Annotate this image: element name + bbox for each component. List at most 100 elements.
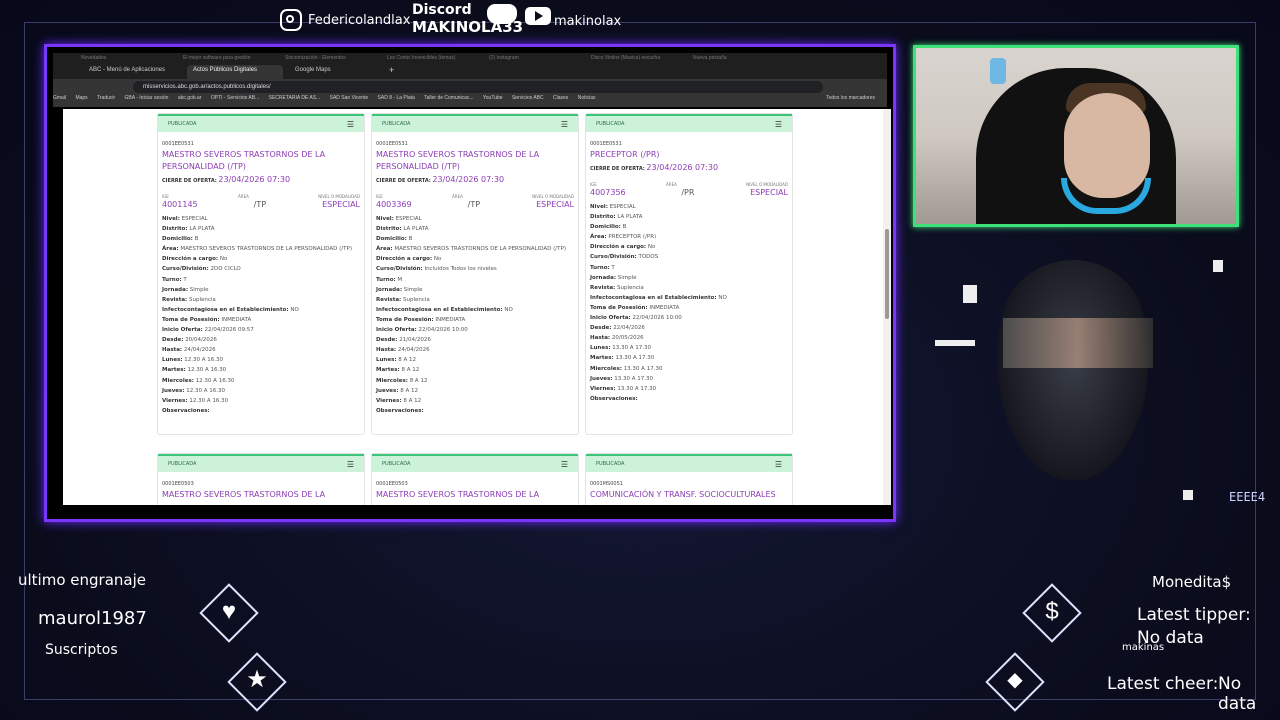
bookmark[interactable]: YouTube	[483, 95, 503, 101]
card-menu-icon[interactable]: ☰	[561, 460, 568, 469]
bookmark[interactable]: SAD 8 - La Plata	[378, 95, 415, 101]
card-field-values: 4007356/PR ESPECIAL	[590, 188, 788, 197]
page-scrollbar[interactable]	[883, 109, 891, 505]
webcam-feed	[913, 45, 1239, 227]
card-status-bar: PUBLICADA ☰	[586, 114, 792, 132]
card-detail-row: Lunes: 13.30 A 17.30	[590, 345, 652, 352]
card-details: Nivel: ESPECIAL Distrito: LA PLATA Domicil…	[376, 214, 574, 416]
latest-cheer-label: Latest cheer:	[1107, 674, 1219, 694]
card-detail-row: Inicio Oferta: 22/04/2026 09:57	[162, 327, 254, 334]
gem-icon: ◆	[1007, 669, 1023, 691]
card-field-headers: IGE ÁREA NIVEL O MODALIDAD	[376, 194, 574, 199]
card-detail-row: Martes: 13.30 A 17.30	[590, 355, 655, 362]
makinas-label: makinas	[1122, 642, 1165, 653]
bookmark[interactable]: Servicios ABC	[512, 95, 544, 101]
card-detail-row: Inicio Oferta: 22/04/2026 10:00	[590, 315, 682, 322]
job-card[interactable]: PUBLICADA ☰ 0001EE0531 PRECEPTOR (/PR) CI…	[585, 113, 793, 435]
card-status-bar: PUBLICADA ☰	[158, 454, 364, 472]
card-menu-icon[interactable]: ☰	[775, 460, 782, 469]
tab-abc-menu[interactable]: ABC - Menú de Aplicaciones	[83, 65, 183, 79]
background-tab[interactable]: Disco Vinilos (Musica) escucha	[591, 55, 660, 61]
card-detail-row: Observaciones:	[590, 395, 638, 402]
background-tab[interactable]: El mejor software para gestión	[183, 55, 251, 61]
bookmark[interactable]: GBA - Iniciar sesión	[125, 95, 169, 101]
glitch-block	[1213, 260, 1223, 272]
card-code: 0001EE0531	[376, 141, 408, 147]
card-title[interactable]: MAESTRO SEVEROS TRASTORNOS DE LA	[376, 489, 574, 501]
card-menu-icon[interactable]: ☰	[347, 460, 354, 469]
card-detail-row: Domicilio: B	[376, 236, 413, 243]
ai-head-silhouette	[998, 260, 1148, 480]
status-badge: PUBLICADA	[382, 461, 411, 467]
browser-capture: Novedades El mejor software para gestión…	[44, 44, 896, 522]
card-menu-icon[interactable]: ☰	[347, 120, 354, 129]
card-detail-row: Hasta: 24/04/2026	[162, 347, 216, 354]
ai-face-art	[913, 240, 1243, 525]
card-title[interactable]: COMUNICACIÓN Y TRANSF. SOCIOCULTURALES	[590, 489, 788, 501]
new-tab-button[interactable]: +	[389, 65, 405, 79]
background-tab[interactable]: Los Comic Invencibles (temas)	[387, 55, 455, 61]
job-card[interactable]: PUBLICADA ☰ 0001EE0503 MAESTRO SEVEROS TR…	[157, 453, 365, 505]
card-detail-row: Distrito: LA PLATA	[162, 226, 215, 233]
last-subscriber-name: maurol1987	[38, 608, 147, 629]
card-detail-row: Dirección a cargo: No	[376, 256, 442, 263]
bookmark[interactable]: Noticias	[578, 95, 596, 101]
water-bottle	[990, 58, 1006, 84]
card-menu-icon[interactable]: ☰	[561, 120, 568, 129]
job-card[interactable]: PUBLICADA ☰ 0001EE0531 MAESTRO SEVEROS TR…	[157, 113, 365, 435]
scrollbar-thumb[interactable]	[885, 229, 889, 319]
url-field[interactable]: misservicios.abc.gob.ar/actos.publicos.d…	[133, 81, 823, 93]
bookmark[interactable]: SECRETARÍA DE AS...	[269, 95, 321, 101]
bookmark[interactable]: Gmail	[53, 95, 66, 101]
tab-google-maps[interactable]: Google Maps	[289, 65, 379, 79]
bookmark[interactable]: SAD San Vicente	[330, 95, 369, 101]
corner-glitch-text: EEEE4	[1229, 490, 1266, 504]
bookmark[interactable]: Clases	[553, 95, 568, 101]
card-cierre: CIERRE DE OFERTA: 23/04/2026 07:30	[590, 163, 719, 172]
youtube-icon	[525, 7, 551, 25]
bookmark[interactable]: Taller de Comunicac...	[424, 95, 473, 101]
job-card[interactable]: PUBLICADA ☰ 0001EE0531 MAESTRO SEVEROS TR…	[371, 113, 579, 435]
bookmark[interactable]: OPTI - Servicios AB...	[211, 95, 259, 101]
glitch-block	[963, 285, 977, 303]
background-tab[interactable]: (2) Instagram	[489, 55, 519, 61]
background-tab[interactable]: Novedades	[81, 55, 106, 61]
instagram-block: Federicolandlax	[280, 0, 410, 40]
card-field-values: 4001145/TP ESPECIAL	[162, 200, 360, 209]
card-detail-row: Turno: M	[376, 276, 403, 283]
card-detail-row: Área: PRECEPTOR (/PR)	[590, 234, 657, 241]
card-detail-row: Distrito: LA PLATA	[590, 214, 643, 221]
card-detail-row: Martes: 12.30 A 16.30	[162, 367, 227, 374]
card-title[interactable]: PRECEPTOR (/PR)	[590, 149, 788, 161]
bookmark[interactable]: abc.gob.ar	[178, 95, 202, 101]
card-code: 0001EE0531	[162, 141, 194, 147]
bookmark[interactable]: Maps	[75, 95, 87, 101]
bookmark[interactable]: Traducir	[97, 95, 115, 101]
status-badge: PUBLICADA	[168, 461, 197, 467]
card-title[interactable]: MAESTRO SEVEROS TRASTORNOS DE LA	[162, 489, 360, 501]
card-title[interactable]: MAESTRO SEVEROS TRASTORNOS DE LA PERSONA…	[376, 149, 574, 173]
card-detail-row: Infectocontagiosa en el Establecimiento:…	[162, 306, 299, 313]
card-status-bar: PUBLICADA ☰	[372, 454, 578, 472]
job-card[interactable]: PUBLICADA ☰ 0001EE0503 MAESTRO SEVEROS TR…	[371, 453, 579, 505]
dollar-icon: $	[1045, 598, 1059, 625]
card-detail-row: Observaciones:	[376, 407, 424, 414]
card-cierre: CIERRE DE OFERTA: 23/04/2026 07:30	[162, 175, 291, 184]
card-cierre: CIERRE DE OFERTA: 23/04/2026 07:30	[376, 175, 505, 184]
status-badge: PUBLICADA	[596, 461, 625, 467]
card-detail-row: Turno: T	[590, 264, 615, 271]
background-tab[interactable]: Nueva pestaña	[693, 55, 727, 61]
all-bookmarks[interactable]: Todos los marcadores	[826, 95, 875, 101]
background-tab[interactable]: Sincronización - Elementos	[285, 55, 346, 61]
status-badge: PUBLICADA	[596, 121, 625, 127]
card-menu-icon[interactable]: ☰	[775, 120, 782, 129]
card-code: 0001EE0503	[162, 481, 194, 487]
star-icon: ★	[246, 666, 268, 693]
bookmarks-bar: Gmail Maps Traducir GBA - Iniciar sesión…	[53, 95, 887, 107]
card-detail-row: Desde: 22/04/2026	[590, 325, 645, 332]
instagram-handle: Federicolandlax	[308, 12, 411, 28]
card-detail-row: Hasta: 20/05/2026	[590, 335, 644, 342]
card-title[interactable]: MAESTRO SEVEROS TRASTORNOS DE LA PERSONA…	[162, 149, 360, 173]
job-card[interactable]: PUBLICADA ☰ 0001MS0051 COMUNICACIÓN Y TRA…	[585, 453, 793, 505]
tab-actos-publicos[interactable]: Actos Públicos Digitales	[187, 65, 283, 79]
